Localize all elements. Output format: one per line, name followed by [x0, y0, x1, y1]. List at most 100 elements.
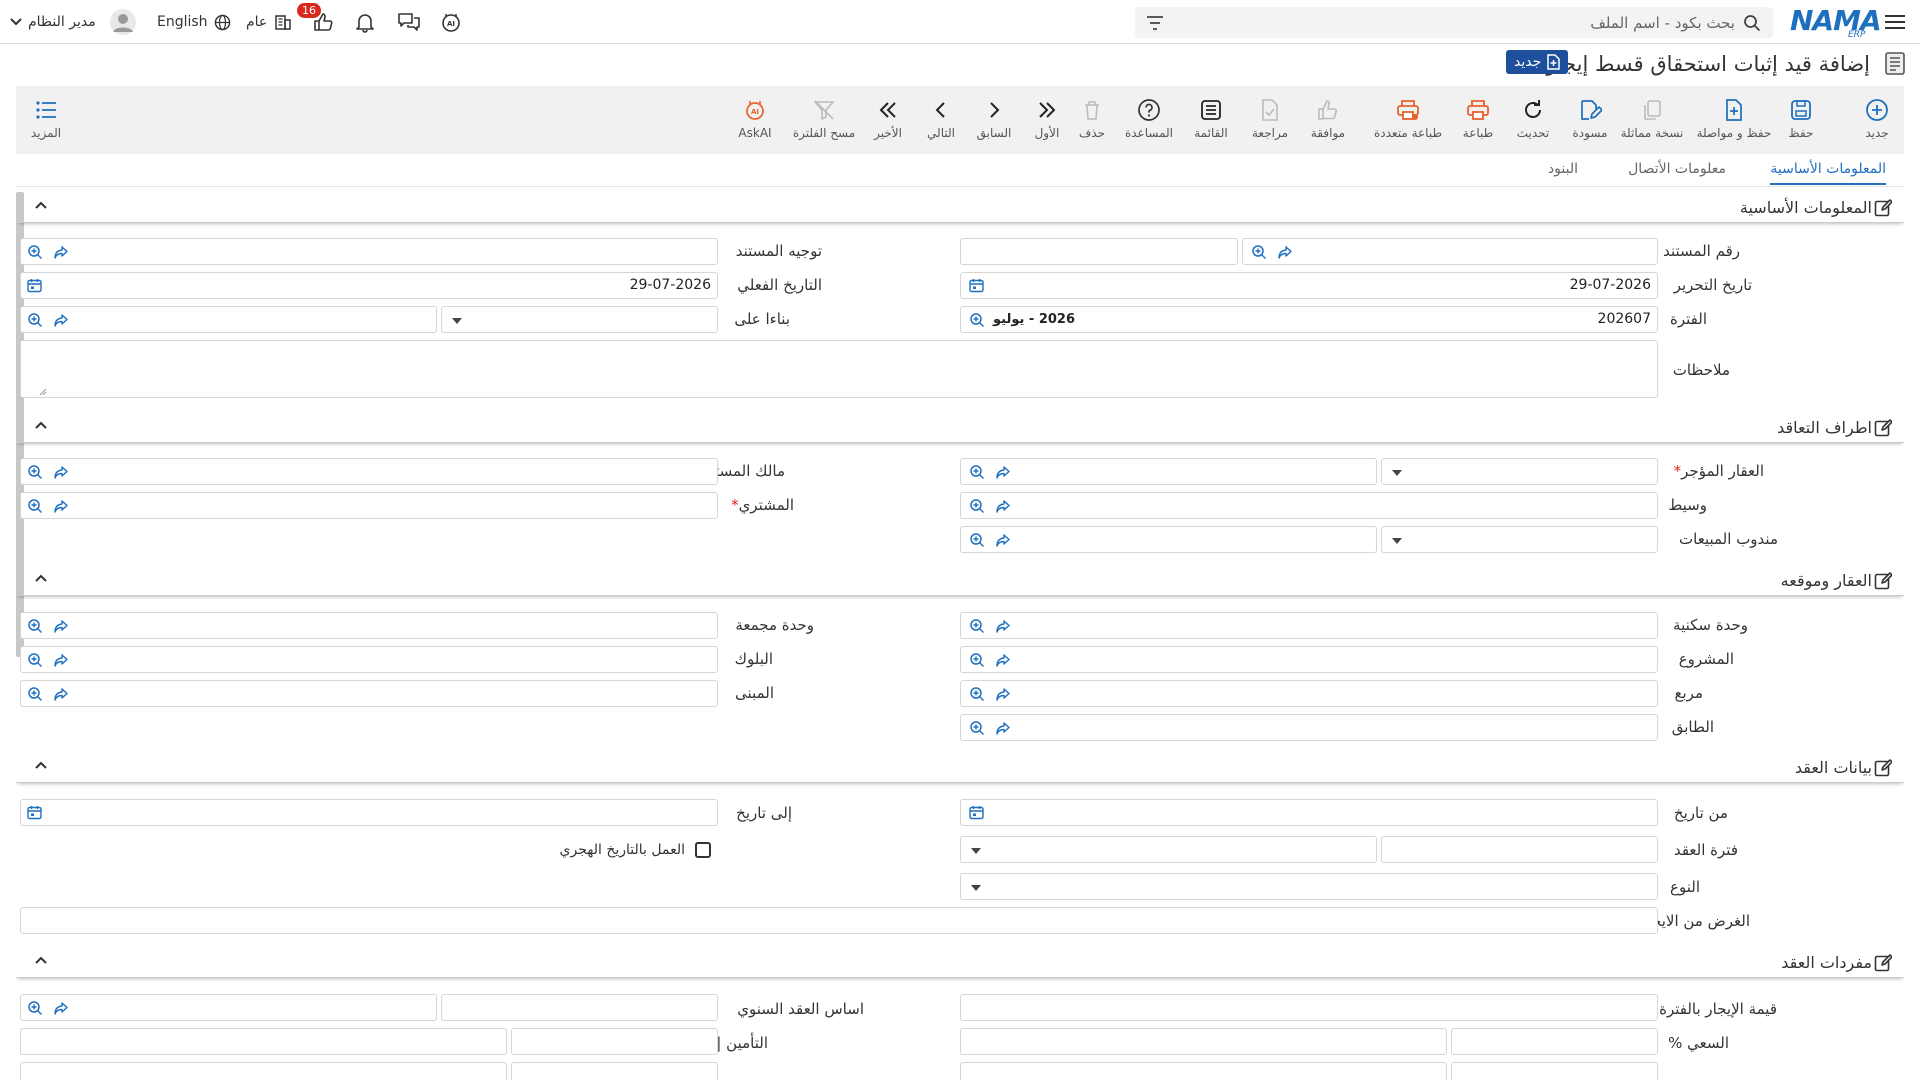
calendar-icon[interactable] — [27, 278, 42, 293]
leased-property-type-dropdown[interactable] — [1381, 458, 1658, 485]
insurance-percent-field[interactable] — [511, 1028, 718, 1055]
sales-rep-field[interactable] — [960, 526, 1377, 553]
search-plus-icon[interactable] — [969, 498, 985, 514]
search-icon[interactable] — [1743, 14, 1761, 32]
share-icon[interactable] — [53, 244, 69, 260]
based-on-reference-field[interactable] — [20, 306, 437, 333]
lease-purpose-field[interactable] — [20, 907, 1658, 934]
building-field[interactable] — [20, 680, 718, 707]
search-plus-icon[interactable] — [27, 464, 43, 480]
askai-button[interactable]: AI AskAI — [732, 86, 778, 154]
contract-period-value-field[interactable] — [1381, 836, 1658, 863]
annual-basis-reference-field[interactable] — [20, 994, 437, 1021]
search-plus-icon[interactable] — [27, 244, 43, 260]
search-plus-icon[interactable] — [27, 686, 43, 702]
search-plus-icon[interactable] — [969, 686, 985, 702]
actual-date-field[interactable]: 29-07-2026 — [20, 272, 718, 299]
buyer-field[interactable] — [20, 492, 718, 519]
residential-unit-field[interactable] — [960, 612, 1658, 639]
insurance-amount-field[interactable] — [20, 1028, 507, 1055]
tab-basic-info[interactable]: المعلومات الأساسية — [1770, 161, 1886, 185]
share-icon[interactable] — [53, 464, 69, 480]
next-row-field[interactable] — [20, 1062, 507, 1080]
share-icon[interactable] — [995, 652, 1011, 668]
next-row-field[interactable] — [511, 1062, 718, 1080]
doc-number-suffix-field[interactable] — [960, 238, 1238, 265]
from-date-field[interactable] — [960, 799, 1658, 826]
next-button[interactable]: التالي — [921, 86, 961, 154]
list-button[interactable]: القائمة — [1191, 86, 1231, 154]
refresh-button[interactable]: تحديث — [1513, 86, 1553, 154]
print-button[interactable]: طباعة — [1458, 86, 1498, 154]
delete-button[interactable]: حذف — [1072, 86, 1112, 154]
messages-button[interactable] — [397, 0, 421, 44]
calendar-icon[interactable] — [969, 805, 984, 820]
tab-items[interactable]: البنود — [1548, 161, 1578, 183]
branch-selector[interactable]: عام — [246, 0, 293, 44]
to-date-field[interactable] — [20, 799, 718, 826]
multi-print-button[interactable]: طباعة متعددة — [1370, 86, 1446, 154]
next-row-field[interactable] — [1451, 1062, 1658, 1080]
share-icon[interactable] — [53, 686, 69, 702]
leased-property-field[interactable] — [960, 458, 1377, 485]
approve-button[interactable]: موافقة — [1306, 86, 1350, 154]
clear-filter-button[interactable]: مسح الفلترة — [788, 86, 860, 154]
calendar-icon[interactable] — [969, 278, 984, 293]
edit-date-field[interactable]: 29-07-2026 — [960, 272, 1658, 299]
share-icon[interactable] — [995, 464, 1011, 480]
type-dropdown[interactable] — [960, 873, 1658, 900]
notifications-button[interactable] — [354, 0, 376, 44]
hijri-checkbox[interactable] — [695, 842, 711, 858]
search-plus-icon[interactable] — [969, 652, 985, 668]
doc-direction-field[interactable] — [20, 238, 718, 265]
chevron-up-icon[interactable] — [34, 760, 48, 770]
share-icon[interactable] — [53, 618, 69, 634]
share-icon[interactable] — [995, 532, 1011, 548]
doc-number-field[interactable] — [1242, 238, 1658, 265]
project-field[interactable] — [960, 646, 1658, 673]
search-plus-icon[interactable] — [969, 618, 985, 634]
search-input[interactable] — [1175, 7, 1735, 38]
search-plus-icon[interactable] — [969, 464, 985, 480]
share-icon[interactable] — [53, 498, 69, 514]
complex-unit-field[interactable] — [20, 612, 718, 639]
sales-rep-type-dropdown[interactable] — [1381, 526, 1658, 553]
previous-button[interactable]: السابق — [974, 86, 1014, 154]
draft-button[interactable]: مسودة — [1570, 86, 1610, 154]
search-plus-icon[interactable] — [27, 618, 43, 634]
share-icon[interactable] — [1277, 244, 1293, 260]
copy-button[interactable]: نسخة مماثلة — [1620, 86, 1684, 154]
first-button[interactable]: الأول — [1027, 86, 1067, 154]
search-plus-icon[interactable] — [1251, 244, 1267, 260]
commission-amount-field[interactable] — [960, 1028, 1447, 1055]
search-plus-icon[interactable] — [27, 652, 43, 668]
share-icon[interactable] — [995, 720, 1011, 736]
based-on-dropdown[interactable] — [441, 306, 718, 333]
share-icon[interactable] — [53, 312, 69, 328]
commission-percent-field[interactable] — [1451, 1028, 1658, 1055]
user-menu[interactable]: مدير النظام — [10, 0, 136, 44]
share-icon[interactable] — [995, 618, 1011, 634]
review-button[interactable]: مراجعة — [1250, 86, 1290, 154]
doc-owner-field[interactable] — [20, 458, 718, 485]
approvals-button[interactable]: 16 — [297, 0, 334, 44]
save-button[interactable]: حفظ — [1784, 86, 1818, 154]
chevron-up-icon[interactable] — [34, 955, 48, 965]
calendar-icon[interactable] — [27, 805, 42, 820]
share-icon[interactable] — [995, 498, 1011, 514]
main-menu-button[interactable] — [1885, 0, 1905, 44]
search-plus-icon[interactable] — [27, 312, 43, 328]
filter-icon[interactable] — [1146, 16, 1164, 30]
block-field[interactable] — [20, 646, 718, 673]
search-plus-icon[interactable] — [27, 1000, 43, 1016]
period-field[interactable]: 2026 - يوليو 202607 — [960, 306, 1658, 333]
search-plus-icon[interactable] — [969, 312, 985, 328]
nama-logo[interactable]: NAMA ERP — [1790, 4, 1882, 40]
chevron-up-icon[interactable] — [34, 420, 48, 430]
contract-period-unit-dropdown[interactable] — [960, 836, 1377, 863]
chevron-up-icon[interactable] — [34, 200, 48, 210]
notes-textarea[interactable] — [20, 340, 1658, 398]
search-plus-icon[interactable] — [969, 720, 985, 736]
resize-handle-icon[interactable] — [39, 388, 47, 396]
square-field[interactable] — [960, 680, 1658, 707]
